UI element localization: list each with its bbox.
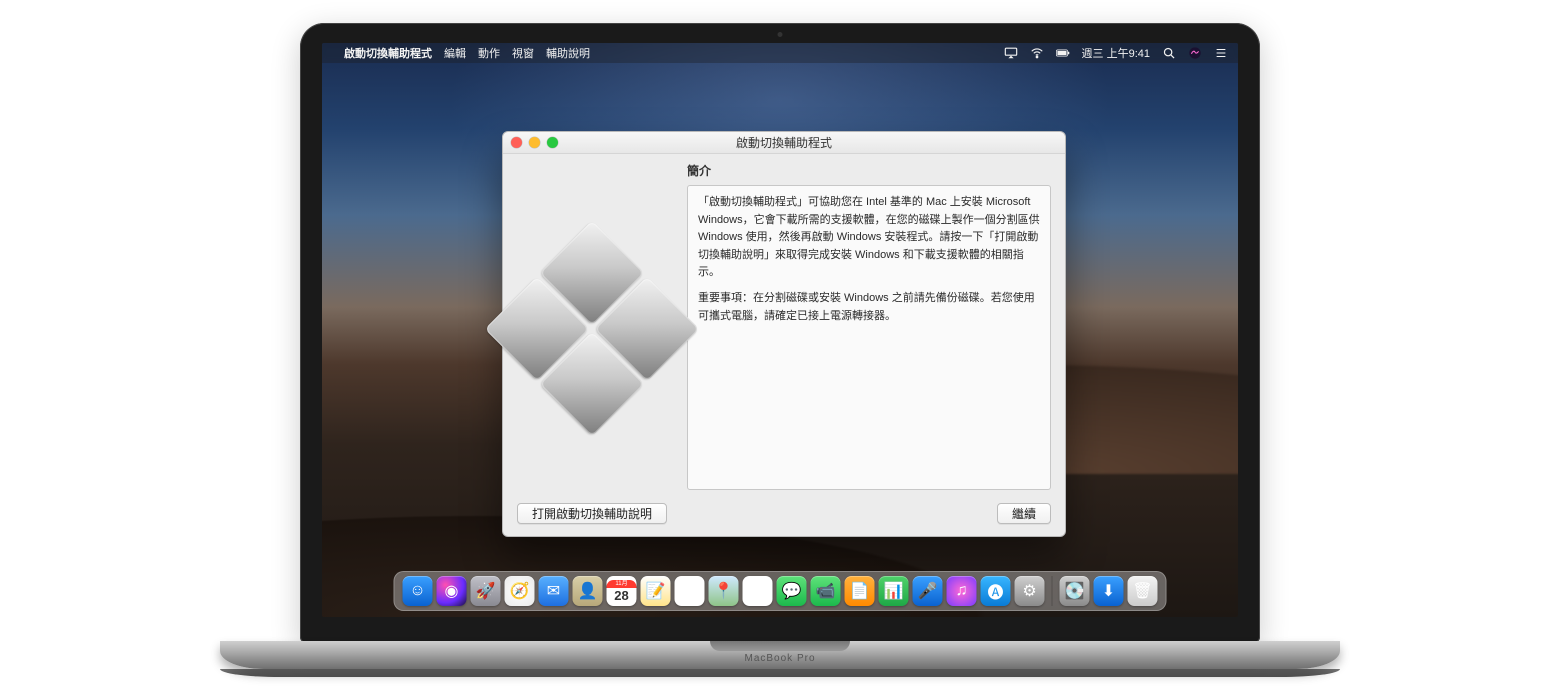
dock-item-messages[interactable]: 💬 [777,576,807,606]
dock-item-maps[interactable]: 📍 [709,576,739,606]
dock-item-downloads[interactable]: ⬇ [1094,576,1124,606]
dock-item-preferences[interactable]: ⚙ [1015,576,1045,606]
dock-item-finder[interactable]: ☺ [403,576,433,606]
dock-item-trash[interactable]: 🗑 [1128,576,1158,606]
bootcamp-assistant-window: 啟動切換輔助程式 簡介 「啟動切換輔助程式」可協 [502,131,1066,537]
menubar-left: 啟動切換輔助程式 編輯 動作 視窗 輔助說明 [332,45,590,61]
intro-description-well: 「啟動切換輔助程式」可協助您在 Intel 基準的 Mac 上安裝 Micros… [687,185,1051,490]
dock-item-keynote[interactable]: 🎤 [913,576,943,606]
desktop-screen: 啟動切換輔助程式 編輯 動作 視窗 輔助說明 週三 上 [322,43,1238,617]
continue-button[interactable]: 繼續 [997,503,1051,524]
intro-paragraph-2: 重要事項：在分割磁碟或安裝 Windows 之前請先備份磁碟。若您使用可攜式電腦… [698,290,1040,325]
dock-item-launchpad[interactable]: 🚀 [471,576,501,606]
laptop-hinge: MacBook Pro [220,641,1340,669]
laptop-foot [220,669,1340,677]
notification-center-icon[interactable] [1214,46,1228,60]
dock-item-disk[interactable]: 💽 [1060,576,1090,606]
open-help-button[interactable]: 打開啟動切換輔助說明 [517,503,667,524]
dock-item-calendar[interactable]: 11月28 [607,576,637,606]
menubar-item-action[interactable]: 動作 [478,45,500,61]
dock-item-reminders[interactable]: ☑ [675,576,705,606]
dock-item-itunes[interactable]: ♫ [947,576,977,606]
menubar-item-edit[interactable]: 編輯 [444,45,466,61]
dock-item-facetime[interactable]: 📹 [811,576,841,606]
window-footer: 打開啟動切換輔助說明 繼續 [503,490,1065,536]
screen-bezel: 啟動切換輔助程式 編輯 動作 視窗 輔助說明 週三 上 [300,23,1260,643]
menubar-app-name[interactable]: 啟動切換輔助程式 [344,45,432,61]
window-titlebar[interactable]: 啟動切換輔助程式 [503,132,1065,154]
zoom-button[interactable] [547,137,558,148]
close-button[interactable] [511,137,522,148]
menubar-right: 週三 上午9:41 [1004,45,1228,61]
window-sidebar-graphic [517,164,677,490]
laptop-brand-label: MacBook Pro [744,653,815,664]
battery-icon[interactable] [1056,46,1070,60]
dock-separator [1052,576,1053,606]
window-body: 簡介 「啟動切換輔助程式」可協助您在 Intel 基準的 Mac 上安裝 Mic… [503,154,1065,490]
menubar-item-help[interactable]: 輔助說明 [546,45,590,61]
dock-item-pages[interactable]: 📄 [845,576,875,606]
window-traffic-lights [511,137,558,148]
dock-item-appstore[interactable]: 🅐 [981,576,1011,606]
menubar-clock[interactable]: 週三 上午9:41 [1082,45,1150,61]
dock-item-safari[interactable]: 🧭 [505,576,535,606]
intro-heading: 簡介 [687,162,1051,179]
dock-item-numbers[interactable]: 📊 [879,576,909,606]
macbook-frame: 啟動切換輔助程式 編輯 動作 視窗 輔助說明 週三 上 [280,23,1280,677]
window-main: 簡介 「啟動切換輔助程式」可協助您在 Intel 基準的 Mac 上安裝 Mic… [687,164,1051,490]
airplay-icon[interactable] [1004,46,1018,60]
dock-item-photos[interactable]: ✿ [743,576,773,606]
minimize-button[interactable] [529,137,540,148]
siri-menubar-icon[interactable] [1188,46,1202,60]
menubar-item-window[interactable]: 視窗 [512,45,534,61]
dock-item-siri[interactable]: ◉ [437,576,467,606]
dock: ☺◉🚀🧭✉👤11月28📝☑📍✿💬📹📄📊🎤♫🅐⚙ 💽⬇🗑 [394,571,1167,611]
window-title: 啟動切換輔助程式 [736,134,832,151]
dock-item-contacts[interactable]: 👤 [573,576,603,606]
menubar: 啟動切換輔助程式 編輯 動作 視窗 輔助說明 週三 上 [322,43,1238,63]
intro-paragraph-1: 「啟動切換輔助程式」可協助您在 Intel 基準的 Mac 上安裝 Micros… [698,194,1040,282]
wifi-icon[interactable] [1030,46,1044,60]
spotlight-icon[interactable] [1162,46,1176,60]
dock-item-mail[interactable]: ✉ [539,576,569,606]
bootcamp-diamond-icon [522,252,672,452]
dock-item-notes[interactable]: 📝 [641,576,671,606]
camera-dot [778,32,783,37]
